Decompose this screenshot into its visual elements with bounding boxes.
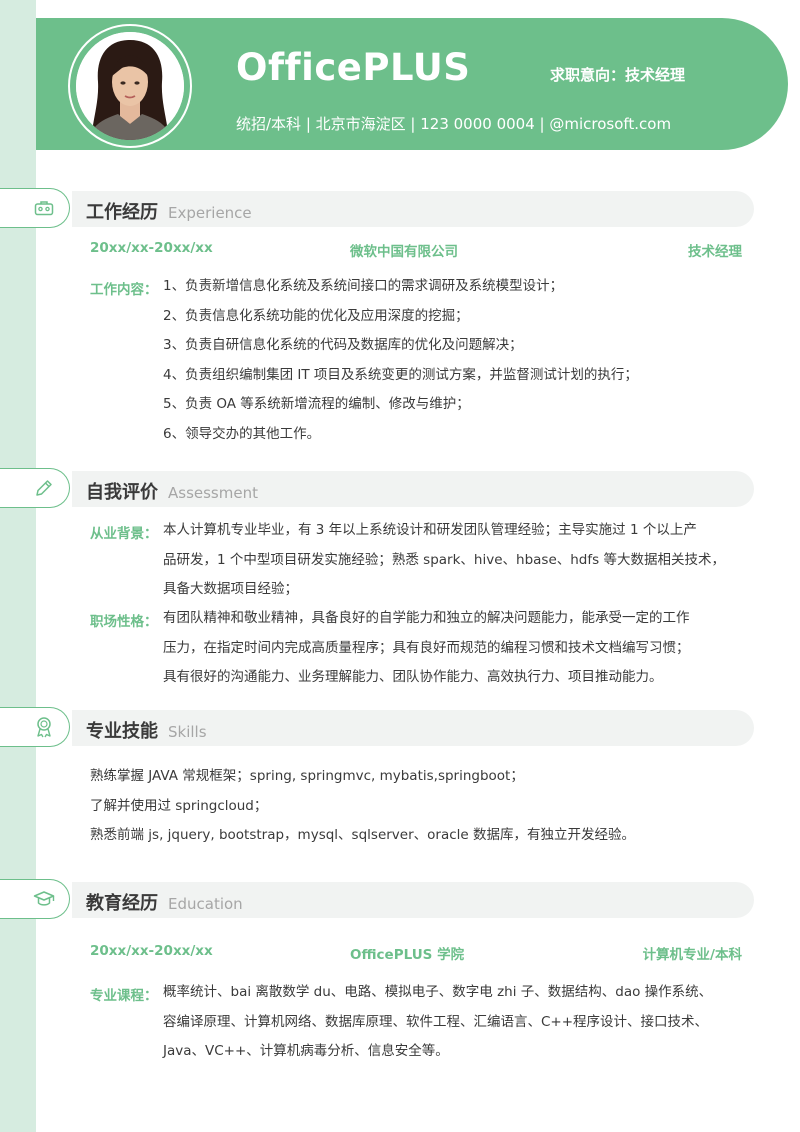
education-major: 计算机专业/本科 bbox=[642, 947, 742, 963]
text-line: 本人计算机专业毕业，有 3 年以上系统设计和研发团队管理经验；主导实施过 1 个… bbox=[163, 522, 697, 538]
background-text: 本人计算机专业毕业，有 3 年以上系统设计和研发团队管理经验；主导实施过 1 个… bbox=[163, 516, 753, 605]
experience-title: 工作经历 bbox=[86, 202, 158, 223]
assessment-title: 自我评价 bbox=[86, 482, 158, 503]
list-item: 5、负责 OA 等系统新增流程的编制、修改与维护； bbox=[163, 396, 470, 412]
list-item: 4、负责组织编制集团 IT 项目及系统变更的测试方案，并监督测试计划的执行； bbox=[163, 366, 638, 383]
education-school: OfficePLUS 学院 bbox=[350, 947, 465, 963]
courses-text: 概率统计、bai 离散数学 du、电路、模拟电子、数字电 zhi 子、数据结构、… bbox=[163, 978, 753, 1067]
skills-title-en: Skills bbox=[168, 723, 207, 741]
education-section-icon-tab bbox=[0, 879, 70, 919]
assessment-title-en: Assessment bbox=[168, 484, 258, 502]
contact-info: 统招/本科 | 北京市海淀区 | 123 0000 0004 | @micros… bbox=[236, 115, 672, 133]
skills-text: 熟练掌握 JAVA 常规框架；spring, springmvc, mybati… bbox=[90, 762, 750, 851]
avatar-photo bbox=[76, 32, 184, 140]
list-item: 1、负责新增信息化系统及系统间接口的需求调研及系统模型设计； bbox=[163, 278, 564, 294]
education-section-header: 教育经历 Education bbox=[72, 882, 754, 918]
education-title: 教育经历 bbox=[86, 893, 158, 914]
education-meta-row: 20xx/xx-20xx/xx OfficePLUS 学院 计算机专业/本科 bbox=[90, 943, 742, 963]
experience-content-label: 工作内容： bbox=[90, 282, 158, 298]
briefcase-icon bbox=[34, 201, 53, 216]
list-item: 6、领导交办的其他工作。 bbox=[163, 425, 321, 442]
text-line: Java、VC++、计算机病毒分析、信息安全等。 bbox=[163, 1043, 449, 1059]
experience-section-header: 工作经历 Experience bbox=[72, 191, 754, 227]
text-line: 具有很好的沟通能力、业务理解能力、团队协作能力、高效执行力、项目推动能力。 bbox=[163, 669, 663, 685]
background-label: 从业背景： bbox=[90, 526, 158, 542]
text-line: 容编译原理、计算机网络、数据库原理、软件工程、汇编语言、C++程序设计、接口技术… bbox=[163, 1013, 709, 1030]
job-intent: 求职意向：技术经理 bbox=[550, 66, 686, 84]
text-line: 了解并使用过 springcloud； bbox=[90, 797, 268, 814]
assessment-section-icon-tab bbox=[0, 468, 70, 508]
skills-title: 专业技能 bbox=[86, 721, 158, 742]
award-ribbon-icon bbox=[36, 717, 51, 738]
skills-section-icon-tab bbox=[0, 707, 70, 747]
list-item: 3、负责自研信息化系统的代码及数据库的优化及问题解决； bbox=[163, 337, 523, 353]
candidate-name: OfficePLUS bbox=[236, 46, 471, 89]
graduation-cap-icon bbox=[33, 891, 54, 906]
personality-text: 有团队精神和敬业精神，具备良好的自学能力和独立的解决问题能力，能承受一定的工作 … bbox=[163, 604, 753, 693]
experience-date: 20xx/xx-20xx/xx bbox=[90, 240, 213, 256]
experience-meta-row: 20xx/xx-20xx/xx 微软中国有限公司 技术经理 bbox=[90, 240, 742, 260]
experience-title-en: Experience bbox=[168, 204, 252, 222]
courses-label: 专业课程： bbox=[90, 988, 158, 1004]
text-line: 品研发，1 个中型项目研发实施经验；熟悉 spark、hive、hbase、hd… bbox=[163, 551, 725, 568]
text-line: 压力，在指定时间内完成高质量程序；具有良好而规范的编程习惯和技术文档编写习惯； bbox=[163, 639, 690, 656]
assessment-section-header: 自我评价 Assessment bbox=[72, 471, 754, 507]
text-line: 概率统计、bai 离散数学 du、电路、模拟电子、数字电 zhi 子、数据结构、… bbox=[163, 984, 713, 1000]
experience-section-icon-tab bbox=[0, 188, 70, 228]
text-line: 有团队精神和敬业精神，具备良好的自学能力和独立的解决问题能力，能承受一定的工作 bbox=[163, 610, 690, 626]
education-title-en: Education bbox=[168, 895, 243, 913]
education-date: 20xx/xx-20xx/xx bbox=[90, 943, 213, 959]
pencil-icon bbox=[35, 480, 52, 496]
experience-position: 技术经理 bbox=[688, 244, 742, 260]
text-line: 熟练掌握 JAVA 常规框架；spring, springmvc, mybati… bbox=[90, 768, 524, 784]
skills-section-header: 专业技能 Skills bbox=[72, 710, 754, 746]
side-decoration-strip bbox=[0, 0, 36, 1132]
experience-company: 微软中国有限公司 bbox=[350, 244, 458, 260]
experience-items: 1、负责新增信息化系统及系统间接口的需求调研及系统模型设计； 2、负责信息化系统… bbox=[163, 272, 753, 449]
personality-label: 职场性格： bbox=[90, 614, 158, 630]
list-item: 2、负责信息化系统功能的优化及应用深度的挖掘； bbox=[163, 307, 469, 324]
avatar bbox=[76, 32, 184, 140]
text-line: 熟悉前端 js, jquery, bootstrap，mysql、sqlserv… bbox=[90, 827, 635, 843]
text-line: 具备大数据项目经验； bbox=[163, 581, 298, 597]
